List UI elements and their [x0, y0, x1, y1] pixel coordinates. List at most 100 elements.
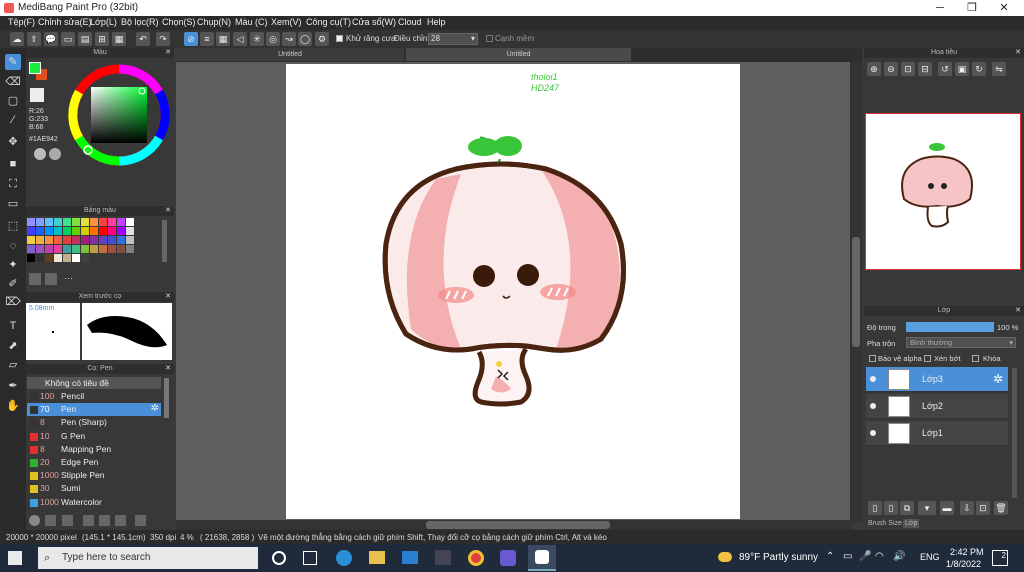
- palette-swatch[interactable]: [27, 245, 35, 253]
- dot-tool-icon[interactable]: ⁄: [5, 112, 21, 128]
- layout-icon[interactable]: ▤: [78, 32, 92, 46]
- canvas-area[interactable]: tholoi1 HD247: [176, 62, 862, 522]
- palette-swatch[interactable]: [36, 236, 44, 244]
- navigator-preview[interactable]: [865, 113, 1021, 270]
- correction-select[interactable]: 28 ▾: [428, 33, 478, 45]
- mail-icon[interactable]: [402, 551, 418, 564]
- rectangle-tool-icon[interactable]: ▢: [5, 93, 21, 109]
- taskbar-search-box[interactable]: ⌕ Type here to search: [38, 547, 258, 569]
- menu-help[interactable]: Help: [427, 17, 446, 27]
- select-tool-icon[interactable]: ⬚: [5, 218, 21, 234]
- protect-alpha-checkbox[interactable]: [869, 355, 876, 362]
- menu-view[interactable]: Xem(V): [271, 17, 302, 27]
- select-eraser-icon[interactable]: ⌦: [5, 294, 21, 310]
- merge-down-icon[interactable]: ⇩: [960, 501, 974, 515]
- magic-wand-icon[interactable]: ✦: [5, 257, 21, 273]
- foreground-color[interactable]: [29, 62, 41, 74]
- add-brush-icon[interactable]: [45, 515, 56, 526]
- palette-swatch[interactable]: [54, 227, 62, 235]
- palette-swatch[interactable]: [81, 236, 89, 244]
- soft-edge-checkbox[interactable]: [486, 35, 493, 42]
- palette-swatch[interactable]: [126, 227, 134, 235]
- menu-tools[interactable]: Công cụ(T): [306, 17, 351, 27]
- close-icon[interactable]: ✕: [165, 364, 171, 374]
- palette-swatch[interactable]: [90, 236, 98, 244]
- camera-icon[interactable]: [435, 550, 451, 565]
- palette-swatch[interactable]: [81, 245, 89, 253]
- teams-icon[interactable]: [500, 550, 516, 566]
- new-halftone-layer-icon[interactable]: ▯: [884, 501, 898, 515]
- palette-swatch[interactable]: [90, 227, 98, 235]
- layer-item-lop1[interactable]: Lớp1: [866, 421, 1008, 446]
- menu-edit[interactable]: Chỉnh sửa(E): [38, 17, 92, 27]
- fill-rect-tool-icon[interactable]: ■: [5, 156, 21, 172]
- folder-icon[interactable]: [99, 515, 110, 526]
- palette-swatch[interactable]: [99, 236, 107, 244]
- cortana-icon[interactable]: [272, 551, 286, 565]
- transparent-swatch[interactable]: [30, 88, 44, 102]
- bucket-tool-icon[interactable]: ⛶: [5, 176, 21, 192]
- new-layer-icon[interactable]: ▯: [868, 501, 882, 515]
- canvas-vertical-scrollbar[interactable]: [850, 62, 862, 522]
- windows-start-icon[interactable]: [8, 551, 22, 565]
- new-folder-icon[interactable]: ▬: [940, 501, 954, 515]
- menu-snap[interactable]: Chụp(N): [197, 17, 231, 27]
- menu-layer[interactable]: Lớp(L): [90, 17, 117, 27]
- file-explorer-icon[interactable]: [369, 551, 385, 564]
- chevron-up-icon[interactable]: ⌃: [826, 551, 834, 562]
- microphone-icon[interactable]: 🎤: [859, 551, 871, 562]
- palette-swatch[interactable]: [63, 218, 71, 226]
- upload-icon[interactable]: ⇪: [27, 32, 41, 46]
- zoom-out-icon[interactable]: ⊖: [884, 62, 898, 76]
- brush-item[interactable]: 1000 Stipple Pen: [27, 469, 161, 482]
- palette-swatch[interactable]: [126, 218, 134, 226]
- palette-swatch[interactable]: [36, 218, 44, 226]
- weather-text[interactable]: 89°F Partly sunny: [739, 552, 818, 563]
- palette-swatches[interactable]: [27, 218, 157, 268]
- snap-cross-icon[interactable]: ▦: [216, 32, 230, 46]
- palette-swatch[interactable]: [63, 245, 71, 253]
- close-icon[interactable]: ✕: [1015, 306, 1021, 316]
- menu-filter[interactable]: Bộ lọc(R): [121, 17, 159, 27]
- brush-item[interactable]: 1000 Watercolor: [27, 496, 161, 509]
- palette-scrollbar[interactable]: [162, 220, 167, 262]
- brush-item[interactable]: 8 Pen (Sharp): [27, 416, 161, 429]
- gear-icon[interactable]: ✲: [993, 372, 1003, 386]
- menu-select[interactable]: Chọn(S): [162, 17, 196, 27]
- gear-icon[interactable]: ✲: [151, 403, 159, 414]
- palette-swatch[interactable]: [99, 218, 107, 226]
- volume-icon[interactable]: 🔊: [893, 551, 905, 562]
- snap-circle-icon[interactable]: ◎: [266, 32, 280, 46]
- notification-center[interactable]: 2: [992, 550, 1008, 566]
- palette-swatch[interactable]: [117, 227, 125, 235]
- palette-swatch[interactable]: [117, 236, 125, 244]
- snap-settings-icon[interactable]: ⚙: [315, 32, 329, 46]
- cloud-icon[interactable]: ☁: [10, 32, 24, 46]
- vertical-scroll-thumb[interactable]: [852, 237, 860, 347]
- palette-swatch[interactable]: [54, 245, 62, 253]
- grid-icon[interactable]: ⊞: [95, 32, 109, 46]
- language-indicator[interactable]: ENG: [920, 552, 940, 562]
- chrome-icon[interactable]: [468, 550, 484, 566]
- delete-brush-icon[interactable]: [135, 515, 146, 526]
- brush-item[interactable]: 20 Edge Pen: [27, 456, 161, 469]
- tab-brush-size[interactable]: Brush Size: [868, 520, 902, 527]
- network-icon[interactable]: ▭: [843, 551, 852, 562]
- blend-mode-select[interactable]: Bình thường ▾: [906, 337, 1016, 348]
- delete-layer-icon[interactable]: 🗑: [994, 501, 1008, 515]
- layer-item-lop3[interactable]: Lớp3 ✲: [866, 367, 1008, 392]
- palette-swatch[interactable]: [117, 218, 125, 226]
- palette-swatch[interactable]: [72, 218, 80, 226]
- palette-swatch[interactable]: [81, 254, 89, 262]
- hand-tool-icon[interactable]: ✋: [5, 398, 21, 414]
- zoom-in-icon[interactable]: ⊕: [867, 62, 881, 76]
- tab-layer[interactable]: Lớp: [903, 519, 920, 528]
- snap-off-icon[interactable]: ⊘: [184, 32, 198, 46]
- canvas-paper[interactable]: tholoi1 HD247: [286, 64, 740, 519]
- brush-item[interactable]: 10 G Pen: [27, 430, 161, 443]
- palette-swatch[interactable]: [126, 245, 134, 253]
- edge-browser-icon[interactable]: [336, 550, 352, 566]
- close-button[interactable]: ✕: [989, 1, 1019, 15]
- rotate-right-icon[interactable]: ↻: [972, 62, 986, 76]
- opacity-slider[interactable]: [906, 322, 994, 332]
